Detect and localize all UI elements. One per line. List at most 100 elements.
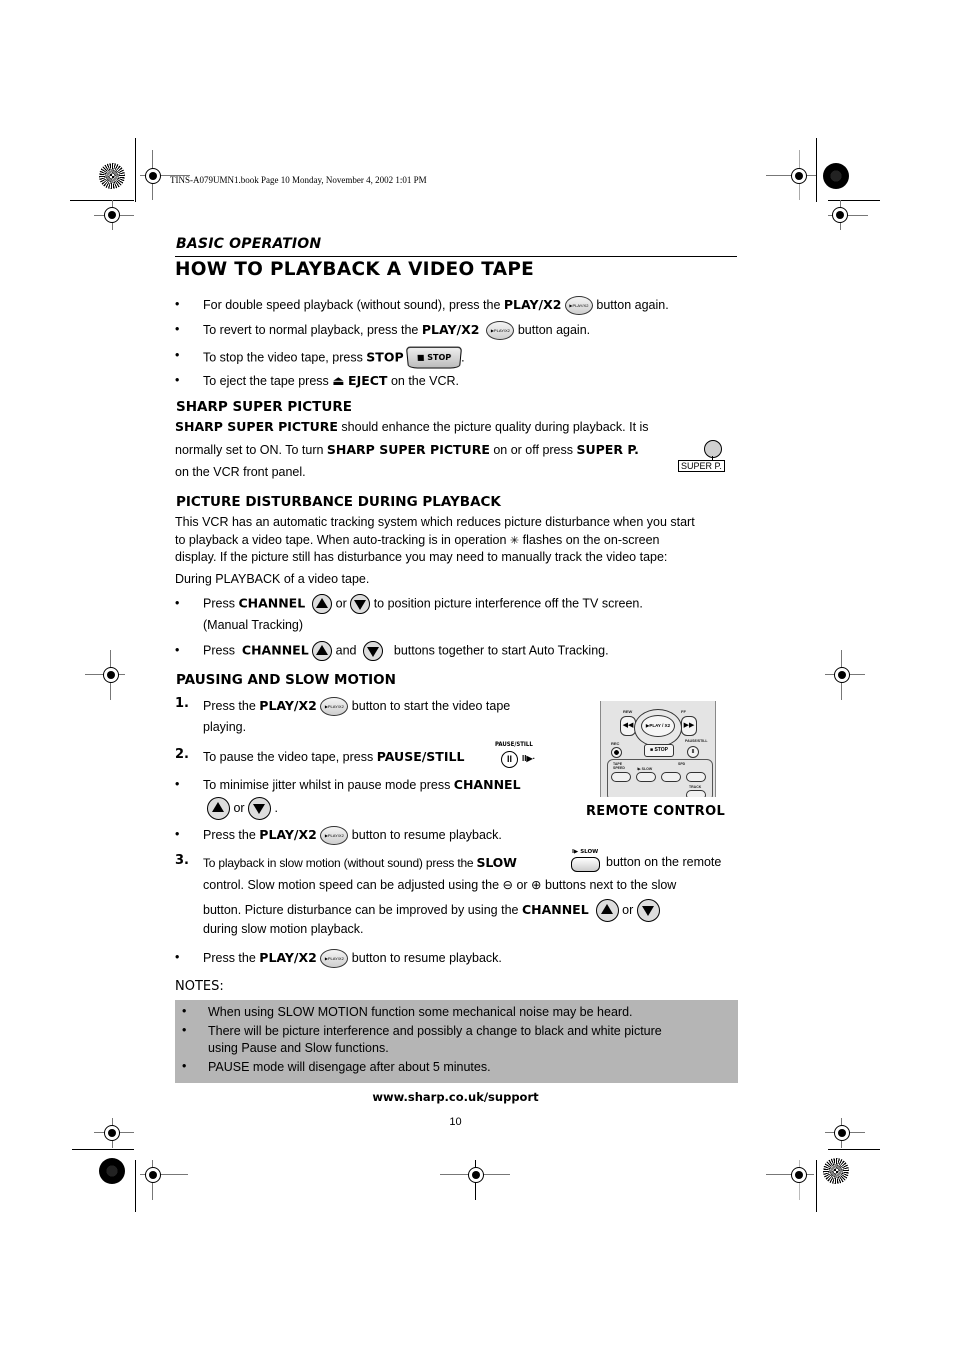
remote-control-caption: REMOTE CONTROL xyxy=(586,804,726,819)
registration-mark-icon xyxy=(468,1167,484,1183)
channel-down-icon xyxy=(350,594,371,614)
bullet: • xyxy=(182,1004,187,1018)
bullet: • xyxy=(182,1023,187,1037)
text: on or off press xyxy=(489,443,577,457)
key-label: PLAY/X2 xyxy=(259,827,317,842)
play-x2-button-icon: ▶PLAY / X2 xyxy=(641,715,675,737)
text: button to resume playback. xyxy=(348,951,502,965)
text: To revert to normal playback, press the xyxy=(203,323,422,337)
channel-up-icon xyxy=(595,899,619,922)
bullet: • xyxy=(175,596,180,610)
text: button to resume playback. xyxy=(348,828,502,842)
text: or xyxy=(230,800,249,815)
crop-mark xyxy=(816,138,817,202)
text: or xyxy=(332,596,351,611)
key-label: STOP xyxy=(366,349,404,365)
text: or xyxy=(618,902,637,917)
registration-mark-icon xyxy=(832,207,848,223)
channel-down-icon xyxy=(363,641,384,661)
registration-target-icon xyxy=(99,1158,125,1184)
list-item: To revert to normal playback, press the … xyxy=(203,321,591,341)
list-item-continuation: or . xyxy=(207,797,278,820)
note-item: PAUSE mode will disengage after about 5 … xyxy=(208,1060,491,1074)
bullet: • xyxy=(182,1059,187,1073)
minus-icon: ⊖ xyxy=(502,878,513,892)
key-label: SHARP SUPER PICTURE xyxy=(175,419,338,434)
registration-mark-icon xyxy=(791,168,807,184)
text: . xyxy=(461,350,465,365)
plus-icon: ⊕ xyxy=(531,878,542,892)
pause-still-label: PAUSE/STILL xyxy=(495,741,533,748)
step-3-line-2: control. Slow motion speed can be adjust… xyxy=(203,877,676,894)
text: button. Picture disturbance can be impro… xyxy=(203,902,522,917)
bullet: • xyxy=(175,348,180,362)
rew-label: REW xyxy=(623,709,633,714)
list-item: Press CHANNEL and buttons together to st… xyxy=(203,641,609,661)
channel-up-icon xyxy=(207,797,230,820)
frame-advance-icon: II▶· xyxy=(522,754,536,763)
key-label: SLOW xyxy=(476,855,517,870)
list-item: For double speed playback (without sound… xyxy=(203,296,669,316)
registration-mark-icon xyxy=(103,667,119,683)
crop-mark xyxy=(135,138,136,202)
key-label: CHANNEL xyxy=(241,642,309,658)
play-x2-button-icon: ▶PLAY/X2 xyxy=(320,697,349,717)
registration-target-icon xyxy=(823,1158,849,1184)
key-label: PLAY/X2 xyxy=(421,322,480,337)
list-item: Press the PLAY/X2 ▶PLAY/X2 button to res… xyxy=(203,949,502,969)
crop-mark xyxy=(135,1160,136,1212)
key-label: SHARP SUPER PICTURE xyxy=(326,442,490,457)
key-label: CHANNEL xyxy=(521,901,589,917)
step-1: Press the PLAY/X2 ▶PLAY/X2 button to sta… xyxy=(203,697,510,717)
pause-label: PAUSE/STILL xyxy=(685,739,708,743)
text: Press the xyxy=(203,828,260,842)
text: To eject the tape press xyxy=(203,374,333,388)
text: control. Slow motion speed can be adjust… xyxy=(203,878,503,892)
crop-mark xyxy=(816,1160,817,1212)
step-number: 3. xyxy=(175,853,189,868)
slow-label: I▶ SLOW xyxy=(572,849,599,855)
play-x2-button-icon: ▶PLAY/X2 xyxy=(320,949,349,969)
support-url[interactable]: www.sharp.co.uk/support xyxy=(0,1090,911,1104)
heading-pausing-slow-motion: PAUSING AND SLOW MOTION xyxy=(176,672,396,688)
note-item: When using SLOW MOTION function some mec… xyxy=(208,1005,633,1019)
text: on the VCR. xyxy=(387,374,460,388)
heading-picture-disturbance: PICTURE DISTURBANCE DURING PLAYBACK xyxy=(176,494,501,510)
list-item-continuation: (Manual Tracking) xyxy=(203,618,304,632)
step-3: To playback in slow motion (without soun… xyxy=(203,854,517,872)
text: For double speed playback (without sound… xyxy=(203,298,504,312)
slow-label: I▶ SLOW xyxy=(637,767,653,771)
paragraph: display. If the picture still has distur… xyxy=(175,550,668,564)
remote-control-illustration: REW FF ◀◀ ▶▶ ▶PLAY / X2 ■ STOP REC PAUSE… xyxy=(600,701,716,797)
channel-up-icon xyxy=(312,641,333,661)
tape-speed-label: TAPE SPEED xyxy=(613,762,625,770)
text: To pause the video tape, press xyxy=(203,750,377,764)
registration-target-icon xyxy=(99,163,125,189)
key-label: CHANNEL xyxy=(453,777,521,792)
key-label: PLAY/X2 xyxy=(503,297,562,312)
heading-sharp-super-picture: SHARP SUPER PICTURE xyxy=(176,399,352,415)
print-file-info: TINS-A079UMN1.book Page 10 Monday, Novem… xyxy=(170,175,427,185)
paragraph: During PLAYBACK of a video tape. xyxy=(175,572,370,586)
bullet: • xyxy=(175,777,180,791)
notes-box: • When using SLOW MOTION function some m… xyxy=(175,1000,738,1083)
header-divider xyxy=(175,256,737,257)
pause-button-icon: II xyxy=(687,746,699,758)
play-x2-button-icon: ▶PLAY/X2 xyxy=(564,296,593,316)
crop-mark xyxy=(828,200,880,201)
list-item: Press the PLAY/X2 ▶PLAY/X2 button to res… xyxy=(203,826,502,846)
text: button again. xyxy=(514,323,591,337)
step-1-continuation: playing. xyxy=(203,720,247,734)
list-item: To eject the tape press ⏏ EJECT on the V… xyxy=(203,372,459,390)
list-item: To minimise jitter whilst in pause mode … xyxy=(203,776,521,794)
track-label: TRACK xyxy=(689,785,702,789)
registration-mark-icon xyxy=(834,667,850,683)
page-title: HOW TO PLAYBACK A VIDEO TAPE xyxy=(175,259,535,280)
text: button again. xyxy=(592,298,669,312)
bullet: • xyxy=(175,297,180,311)
bullet: • xyxy=(175,373,180,387)
crop-mark xyxy=(828,1149,880,1150)
text: to position picture interference off the… xyxy=(373,596,643,611)
key-label: CHANNEL xyxy=(238,595,306,611)
registration-mark-icon xyxy=(145,168,161,184)
